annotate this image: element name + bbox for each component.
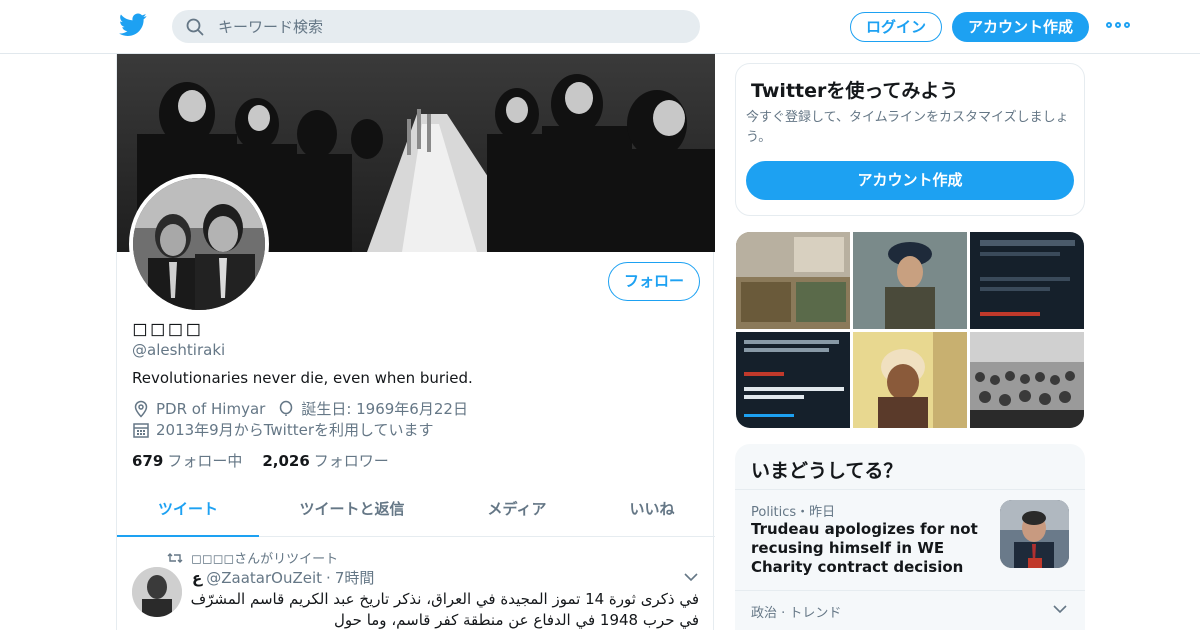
profile-column: フォロー ◻◻◻◻ @aleshtiraki Revolutionaries n…: [116, 54, 715, 630]
trend-category: Politics・昨日: [751, 505, 836, 520]
profile-display-name: ◻◻◻◻: [132, 318, 204, 340]
calendar-icon: [133, 422, 149, 438]
profile-location: PDR of Himyar: [156, 399, 266, 418]
divider: [735, 590, 1085, 591]
tab-likes[interactable]: いいね: [607, 490, 697, 537]
media-thumbnail[interactable]: [853, 332, 967, 428]
search-box[interactable]: [172, 10, 700, 43]
follow-button[interactable]: フォロー: [608, 262, 700, 301]
tweet-author-avatar[interactable]: [132, 567, 182, 617]
trend-category: 政治 · トレンド: [751, 606, 842, 621]
media-thumbnail-grid: [736, 232, 1084, 428]
tweet-item[interactable]: ◻◻◻◻さんがリツイート ﻉ @ZaatarOuZeit · 7時間 في ذك…: [117, 537, 715, 630]
signup-card-button[interactable]: アカウント作成: [746, 161, 1074, 200]
chevron-down-icon[interactable]: [684, 572, 698, 582]
followers-count-link[interactable]: 2,026 フォロワー: [262, 450, 388, 471]
login-button[interactable]: ログイン: [850, 12, 942, 42]
search-icon: [186, 18, 204, 35]
media-thumbnail[interactable]: [853, 232, 967, 329]
profile-tabs: ツイート ツイートと返信 メディア いいね: [117, 490, 715, 537]
profile-avatar[interactable]: [129, 174, 269, 314]
retweet-icon: [167, 552, 183, 563]
media-thumbnail[interactable]: [736, 232, 850, 329]
profile-meta-row-1: PDR of Himyar 誕生日: 1969年6月22日: [132, 398, 468, 419]
tweet-author-handle[interactable]: @ZaatarOuZeit: [206, 569, 322, 587]
signup-promo-card: Twitterを使ってみよう 今すぐ登録して、タイムラインをカスタマイズしましょ…: [735, 63, 1085, 216]
more-dots-icon[interactable]: [1106, 22, 1130, 30]
tab-media[interactable]: メディア: [467, 490, 567, 537]
tweet-header: ﻉ @ZaatarOuZeit · 7時間: [192, 567, 375, 588]
profile-meta-row-2: 2013年9月からTwitterを利用しています: [132, 419, 434, 440]
birthday-balloon-icon: [280, 400, 293, 416]
trend-thumbnail[interactable]: [1000, 500, 1069, 568]
profile-follow-counts: 679 フォロー中 2,026 フォロワー: [132, 450, 389, 471]
tweet-author-name[interactable]: ﻉ: [192, 569, 202, 587]
tab-tweets[interactable]: ツイート: [117, 490, 259, 537]
media-thumbnail[interactable]: [970, 232, 1084, 329]
profile-birthday: 誕生日: 1969年6月22日: [301, 400, 468, 418]
chevron-down-icon[interactable]: [1053, 604, 1067, 614]
following-count-link[interactable]: 679 フォロー中: [132, 450, 242, 471]
trends-panel: いまどうしてる？ Politics・昨日 Trudeau apologizes …: [735, 444, 1085, 630]
trends-title: いまどうしてる？: [751, 460, 903, 482]
search-input[interactable]: [218, 17, 658, 36]
profile-handle: @aleshtiraki: [132, 341, 226, 359]
signup-card-title: Twitterを使ってみよう: [751, 80, 959, 102]
divider: [735, 489, 1085, 490]
tweet-timestamp[interactable]: 7時間: [335, 567, 375, 588]
location-pin-icon: [134, 400, 148, 418]
tab-tweets-and-replies[interactable]: ツイートと返信: [282, 490, 422, 537]
signup-card-description: 今すぐ登録して、タイムラインをカスタマイズしましょう。: [746, 110, 1069, 145]
top-navigation-bar: ログイン アカウント作成: [0, 0, 1200, 54]
media-thumbnail[interactable]: [970, 332, 1084, 428]
media-thumbnail[interactable]: [736, 332, 850, 428]
tweet-text: في ذكرى ثورة 14 تموز المجيدة في العراق، …: [190, 590, 699, 629]
profile-bio: Revolutionaries never die, even when bur…: [132, 369, 473, 387]
retweet-indicator: ◻◻◻◻さんがリツイート: [167, 548, 338, 567]
profile-joined-date: 2013年9月からTwitterを利用しています: [156, 421, 434, 439]
twitter-bird-icon[interactable]: [119, 13, 147, 37]
signup-button[interactable]: アカウント作成: [952, 12, 1089, 42]
trend-headline[interactable]: Trudeau apologizes for not recusing hims…: [751, 520, 991, 577]
